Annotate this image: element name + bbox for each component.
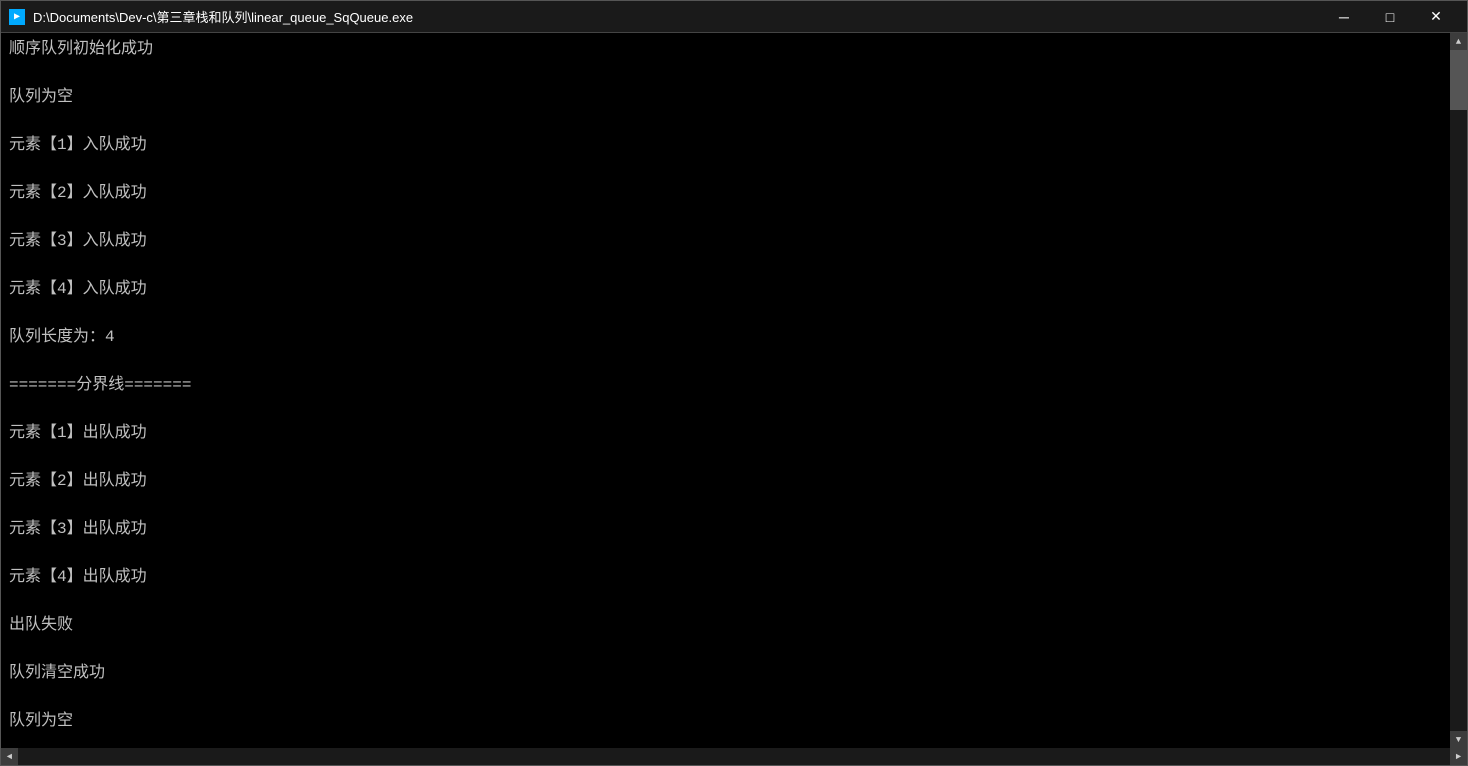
scroll-left-button[interactable]: ◄: [1, 748, 18, 765]
console-line: 元素【1】入队成功: [9, 133, 1442, 157]
scroll-down-button[interactable]: ▼: [1450, 731, 1467, 748]
scroll-right-button[interactable]: ►: [1450, 748, 1467, 765]
console-line: 元素【3】出队成功: [9, 517, 1442, 541]
console-line: 元素【4】入队成功: [9, 277, 1442, 301]
console-line: =======分界线=======: [9, 373, 1442, 397]
console-line: 出队失败: [9, 613, 1442, 637]
console-line: 元素【4】出队成功: [9, 565, 1442, 589]
scrollbar-thumb[interactable]: [1450, 50, 1467, 110]
vertical-scrollbar[interactable]: ▲ ▼: [1450, 33, 1467, 748]
console-line: 队列长度为：4: [9, 325, 1442, 349]
close-button[interactable]: ✕: [1413, 1, 1459, 33]
console-output: 顺序队列初始化成功队列为空元素【1】入队成功元素【2】入队成功元素【3】入队成功…: [1, 33, 1450, 748]
window-title: D:\Documents\Dev-c\第三章栈和队列\linear_queue_…: [33, 7, 1321, 26]
console-line: 元素【2】出队成功: [9, 469, 1442, 493]
console-line: 队列为空: [9, 709, 1442, 733]
console-line: 队列为空: [9, 85, 1442, 109]
console-line: 顺序队列初始化成功: [9, 37, 1442, 61]
scroll-up-button[interactable]: ▲: [1450, 33, 1467, 50]
console-line: 队列清空成功: [9, 661, 1442, 685]
app-icon: ▶: [9, 9, 25, 25]
console-line: 元素【3】入队成功: [9, 229, 1442, 253]
title-bar: ▶ D:\Documents\Dev-c\第三章栈和队列\linear_queu…: [1, 1, 1467, 33]
console-line: 元素【2】入队成功: [9, 181, 1442, 205]
window-body: 顺序队列初始化成功队列为空元素【1】入队成功元素【2】入队成功元素【3】入队成功…: [1, 33, 1467, 748]
minimize-button[interactable]: ─: [1321, 1, 1367, 33]
horizontal-scrollbar[interactable]: ◄ ►: [1, 748, 1467, 765]
h-scrollbar-track[interactable]: [18, 748, 1450, 765]
window-controls: ─ □ ✕: [1321, 1, 1459, 33]
window: ▶ D:\Documents\Dev-c\第三章栈和队列\linear_queu…: [0, 0, 1468, 766]
scrollbar-track[interactable]: [1450, 50, 1467, 731]
maximize-button[interactable]: □: [1367, 1, 1413, 33]
console-line: 元素【1】出队成功: [9, 421, 1442, 445]
